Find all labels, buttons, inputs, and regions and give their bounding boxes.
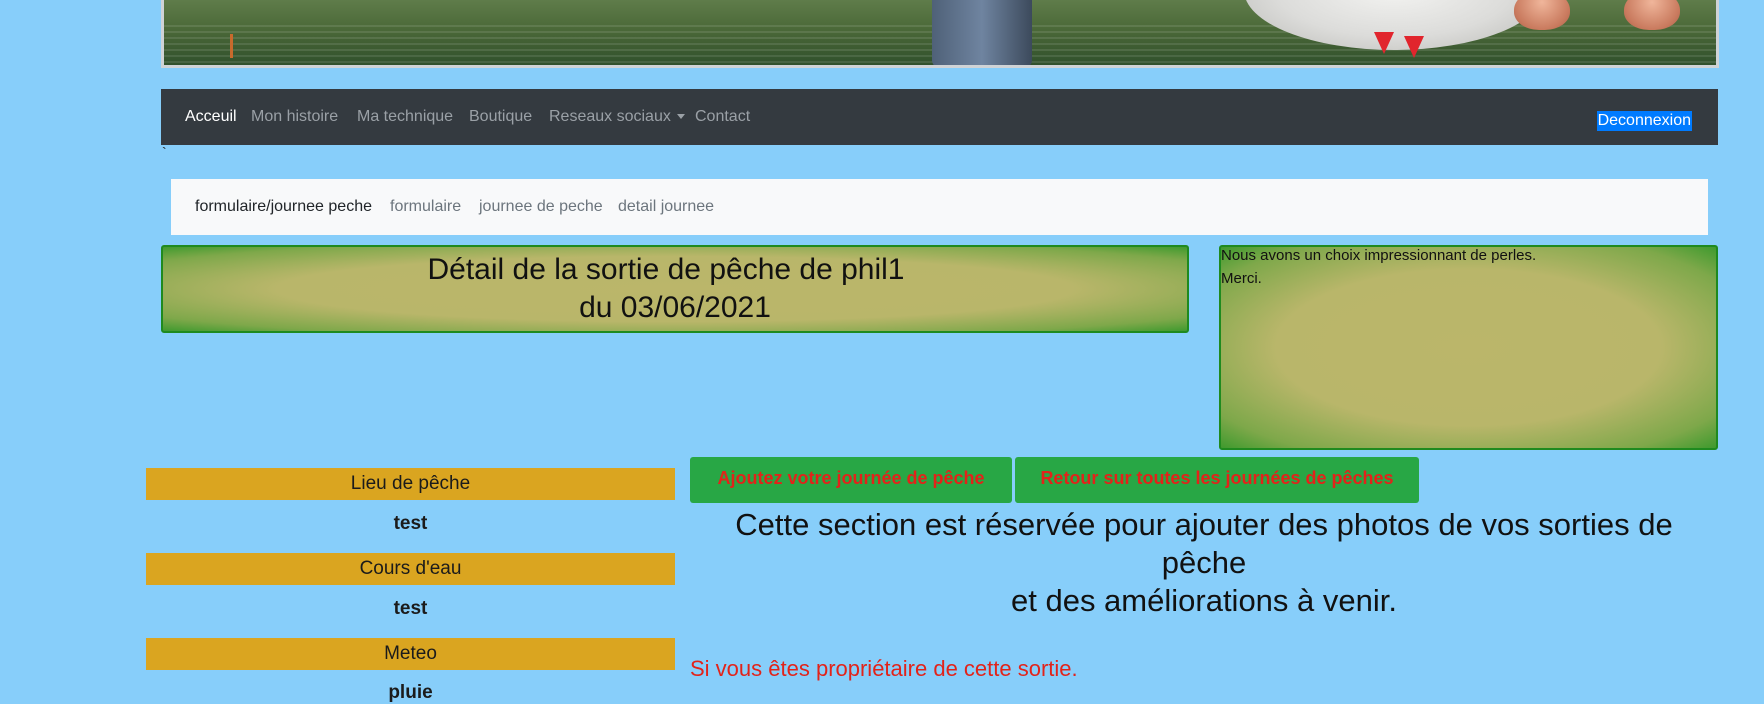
nav-item-accueil[interactable]: Acceuil — [185, 108, 237, 126]
field-value-lieu: test — [393, 513, 428, 534]
field-label-cours-eau: Cours d'eau — [146, 553, 675, 585]
owner-note: Si vous êtes propriétaire de cette sorti… — [690, 656, 1078, 681]
stray-character: ` — [162, 144, 167, 160]
breadcrumb-item-formulaire[interactable]: formulaire — [390, 198, 461, 216]
logout-link[interactable]: Deconnexion — [1596, 111, 1692, 131]
section-text-line3: et des améliorations à venir. — [1011, 583, 1397, 618]
breadcrumb-item-detail-journee[interactable]: detail journee — [618, 198, 714, 216]
banner-float — [230, 34, 233, 58]
section-text-line1: Cette section est réservée pour ajouter … — [735, 507, 1673, 542]
banner-angler — [932, 0, 1032, 65]
nav-item-contact[interactable]: Contact — [695, 108, 750, 126]
outing-date: du 03/06/2021 — [579, 291, 771, 324]
field-label-lieu: Lieu de pêche — [146, 468, 675, 500]
field-label-meteo: Meteo — [146, 638, 675, 670]
chevron-down-icon — [676, 114, 685, 120]
nav-item-reseaux-sociaux-label: Reseaux sociaux — [549, 108, 671, 125]
breadcrumb: formulaire/journee peche formulaire jour… — [171, 179, 1708, 235]
info-message: Nous avons un choix impressionnant de pe… — [1221, 247, 1537, 264]
page-title: Détail de la sortie de pêche de phil1 — [427, 253, 905, 286]
header-banner-image — [161, 0, 1719, 68]
nav-item-ma-technique[interactable]: Ma technique — [357, 108, 453, 126]
breadcrumb-item-journee-de-peche[interactable]: journee de peche — [479, 198, 603, 216]
banner-fin — [1374, 32, 1394, 54]
add-outing-button[interactable]: Ajoutez votre journée de pêche — [690, 457, 1012, 503]
section-text-line2: pêche — [1161, 545, 1247, 580]
field-value-meteo: pluie — [388, 682, 433, 703]
banner-fin — [1404, 36, 1424, 58]
nav-item-mon-histoire[interactable]: Mon histoire — [251, 108, 338, 126]
outing-title-panel: Détail de la sortie de pêche de phil1 du… — [161, 245, 1189, 333]
info-panel: Nous avons un choix impressionnant de pe… — [1219, 245, 1718, 450]
back-to-outings-button[interactable]: Retour sur toutes les journées de pêches — [1015, 457, 1419, 503]
breadcrumb-item-current: formulaire/journee peche — [195, 198, 372, 215]
info-thanks: Merci. — [1221, 270, 1262, 287]
nav-item-reseaux-sociaux[interactable]: Reseaux sociaux — [549, 108, 685, 126]
field-value-cours-eau: test — [393, 598, 428, 619]
main-navbar: Acceuil Mon histoire Ma technique Boutiq… — [161, 89, 1718, 145]
nav-item-boutique[interactable]: Boutique — [469, 108, 532, 126]
